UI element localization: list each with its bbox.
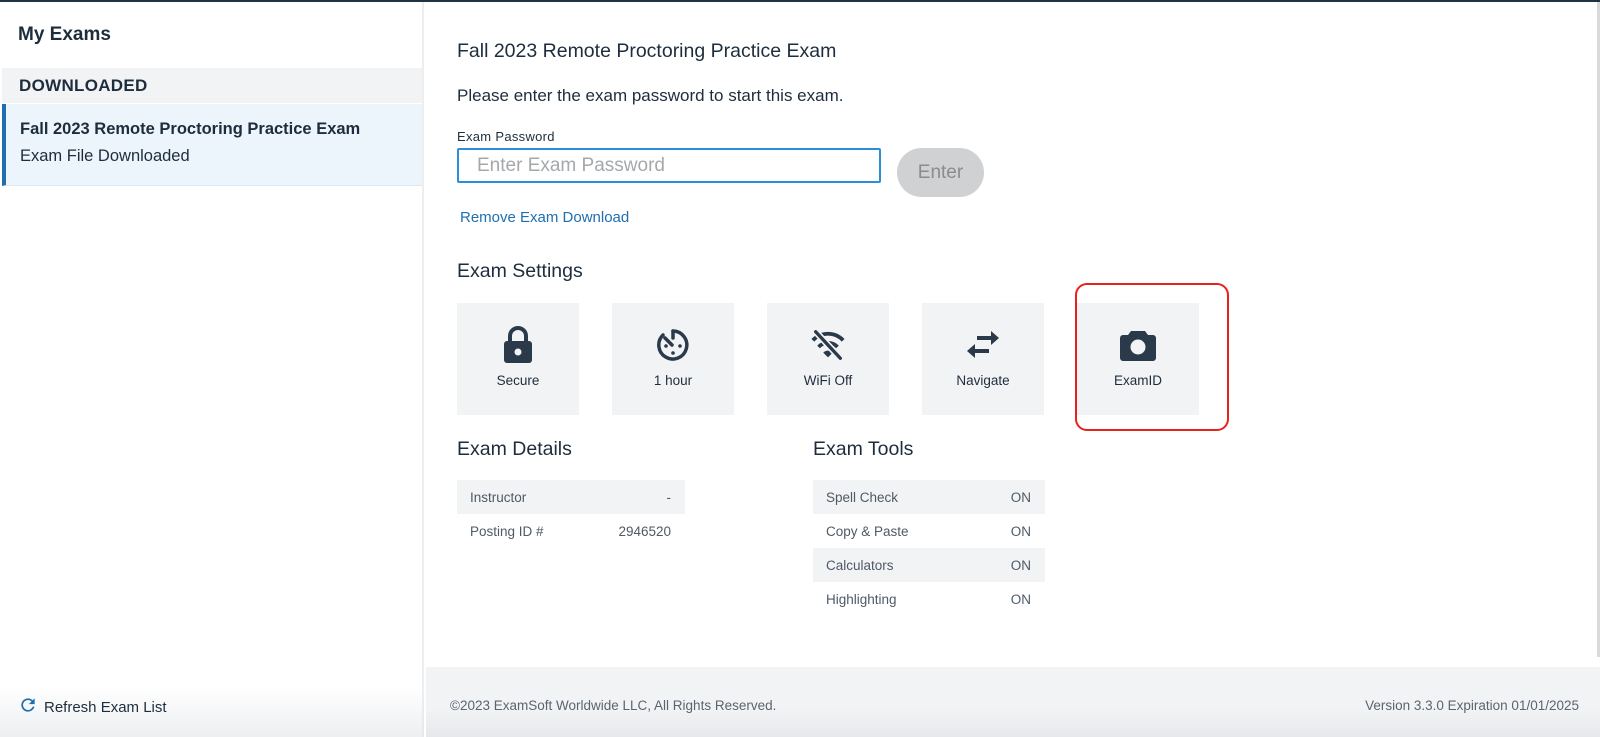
row-value: - xyxy=(666,489,672,505)
table-row: Instructor - xyxy=(457,480,685,514)
remove-exam-download-link[interactable]: Remove Exam Download xyxy=(460,209,629,226)
refresh-exam-list-button[interactable]: Refresh Exam List xyxy=(18,695,167,720)
exam-title: Fall 2023 Remote Proctoring Practice Exa… xyxy=(457,40,837,62)
refresh-label: Refresh Exam List xyxy=(44,699,167,716)
row-key: Instructor xyxy=(470,489,527,505)
exam-item-status: Exam File Downloaded xyxy=(20,147,190,165)
wifi-off-icon xyxy=(810,327,846,363)
password-label: Exam Password xyxy=(457,129,555,144)
refresh-icon xyxy=(18,695,38,720)
password-instructions: Please enter the exam password to start … xyxy=(457,86,844,105)
setting-card-navigate[interactable]: Navigate xyxy=(922,303,1044,415)
row-key: Spell Check xyxy=(826,489,899,505)
setting-label: ExamID xyxy=(1113,373,1162,388)
row-key: Calculators xyxy=(826,557,894,573)
exam-settings-title: Exam Settings xyxy=(457,260,583,282)
setting-label: Navigate xyxy=(956,373,1010,388)
exam-tools-title: Exam Tools xyxy=(813,438,914,460)
row-value: ON xyxy=(1010,557,1031,573)
section-header-downloaded: DOWNLOADED xyxy=(2,68,422,103)
version-text: Version 3.3.0 Expiration 01/01/2025 xyxy=(1365,698,1579,713)
camera-icon xyxy=(1120,327,1156,363)
exam-detail-panel: Fall 2023 Remote Proctoring Practice Exa… xyxy=(426,2,1600,737)
table-row: Posting ID # 2946520 xyxy=(457,514,685,548)
sidebar: My Exams DOWNLOADED Fall 2023 Remote Pro… xyxy=(0,2,424,737)
footer: ©2023 ExamSoft Worldwide LLC, All Rights… xyxy=(426,667,1600,737)
row-value: ON xyxy=(1010,591,1031,607)
row-key: Copy & Paste xyxy=(826,523,909,539)
setting-card-examid[interactable]: ExamID xyxy=(1077,303,1199,415)
table-row: Calculators ON xyxy=(813,548,1045,582)
enter-button[interactable]: Enter xyxy=(897,148,984,197)
exam-details-title: Exam Details xyxy=(457,438,572,460)
row-value: ON xyxy=(1010,523,1031,539)
swap-arrows-icon xyxy=(965,327,1001,363)
setting-label: 1 hour xyxy=(653,373,693,388)
exam-details-table: Instructor - Posting ID # 2946520 xyxy=(457,480,685,548)
row-key: Highlighting xyxy=(826,591,897,607)
exam-tools-table: Spell Check ON Copy & Paste ON Calculato… xyxy=(813,480,1045,616)
row-value: 2946520 xyxy=(618,523,671,539)
setting-label: WiFi Off xyxy=(803,373,853,388)
setting-label: Secure xyxy=(496,373,540,388)
exam-list-item[interactable]: Fall 2023 Remote Proctoring Practice Exa… xyxy=(2,104,422,186)
sidebar-title: My Exams xyxy=(18,24,111,45)
table-row: Copy & Paste ON xyxy=(813,514,1045,548)
setting-card-wifi-off[interactable]: WiFi Off xyxy=(767,303,889,415)
timer-icon xyxy=(655,327,691,363)
setting-card-duration[interactable]: 1 hour xyxy=(612,303,734,415)
table-row: Spell Check ON xyxy=(813,480,1045,514)
row-key: Posting ID # xyxy=(470,523,544,539)
table-row: Highlighting ON xyxy=(813,582,1045,616)
setting-card-secure[interactable]: Secure xyxy=(457,303,579,415)
row-value: ON xyxy=(1010,489,1031,505)
lock-icon xyxy=(500,326,536,363)
exam-item-title: Fall 2023 Remote Proctoring Practice Exa… xyxy=(20,120,361,138)
exam-password-input[interactable] xyxy=(457,148,881,183)
copyright-text: ©2023 ExamSoft Worldwide LLC, All Rights… xyxy=(450,698,777,713)
